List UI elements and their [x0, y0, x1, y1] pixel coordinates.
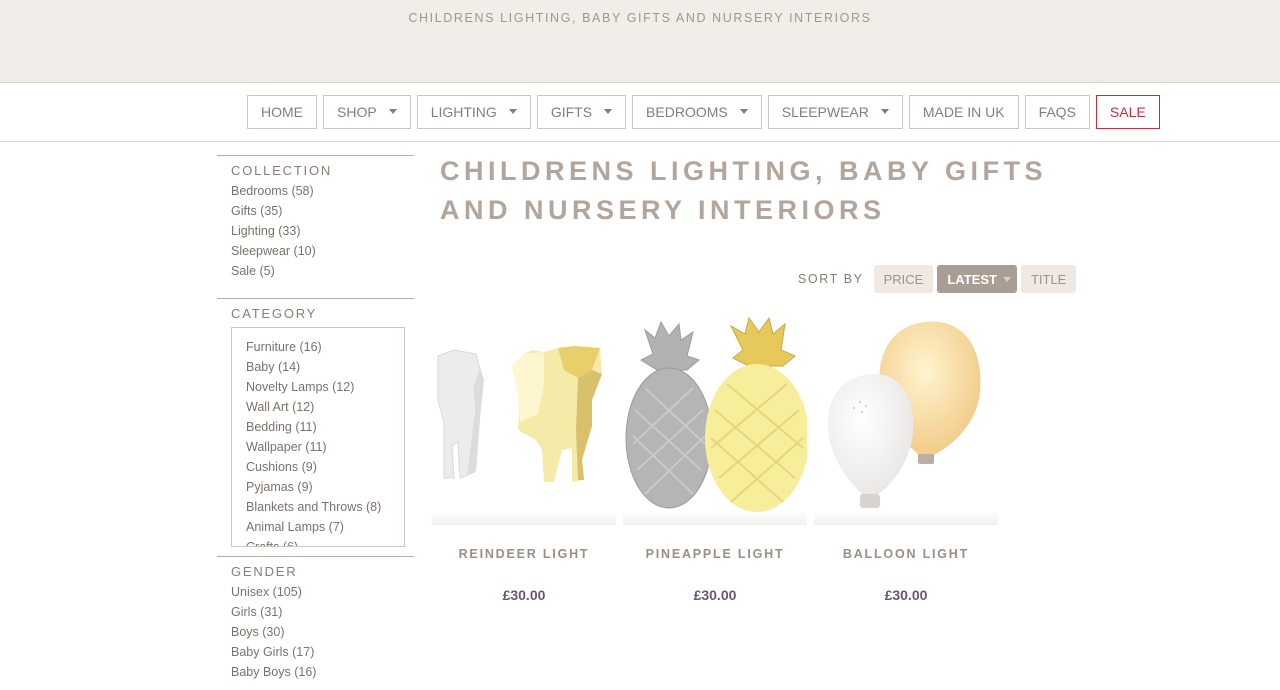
- main-nav: HOME SHOP LIGHTING GIFTS BEDROOMS SLEEPW…: [247, 95, 1160, 129]
- collection-list: Bedrooms (58) Gifts (35) Lighting (33) S…: [217, 181, 414, 281]
- nav-lighting[interactable]: LIGHTING: [416, 95, 531, 129]
- caret-down-icon: [739, 108, 748, 114]
- sort-latest-button[interactable]: LATEST: [937, 265, 1017, 293]
- collection-title: COLLECTION: [231, 163, 333, 178]
- gender-item[interactable]: Girls (31): [231, 602, 414, 622]
- category-item[interactable]: Crafts (6): [246, 537, 404, 546]
- sort-option-label: TITLE: [1030, 271, 1067, 287]
- gender-list: Unisex (105) Girls (31) Boys (30) Baby G…: [217, 582, 414, 682]
- nav-sleepwear[interactable]: SLEEPWEAR: [767, 95, 903, 129]
- nav-faqs[interactable]: FAQS: [1024, 95, 1090, 129]
- nav-label: SALE: [1109, 104, 1146, 120]
- collection-item[interactable]: Sale (5): [231, 261, 414, 281]
- site-tagline: CHILDRENS LIGHTING, BABY GIFTS AND NURSE…: [408, 11, 872, 25]
- category-item[interactable]: Wallpaper (11): [246, 437, 404, 457]
- sort-title-button[interactable]: TITLE: [1020, 265, 1077, 293]
- balloon-lamp-image[interactable]: [814, 310, 998, 525]
- caret-down-icon: [1002, 276, 1011, 282]
- nav-shop[interactable]: SHOP: [323, 95, 411, 129]
- product-name[interactable]: BALLOON LIGHT: [814, 547, 998, 561]
- product-price: £30.00: [502, 587, 546, 603]
- sidebar: COLLECTION Bedrooms (58) Gifts (35) Ligh…: [217, 155, 414, 682]
- product-name[interactable]: PINEAPPLE LIGHT: [623, 547, 807, 561]
- gender-item[interactable]: Boys (30): [231, 622, 414, 642]
- collection-filter: COLLECTION Bedrooms (58) Gifts (35) Ligh…: [217, 155, 414, 281]
- reindeer-lamp-image[interactable]: [432, 310, 616, 525]
- nav-divider: [0, 141, 1280, 142]
- gender-item[interactable]: Unisex (105): [231, 582, 414, 602]
- nav-made-in-uk[interactable]: MADE IN UK: [908, 95, 1019, 129]
- category-item[interactable]: Furniture (16): [246, 337, 404, 357]
- sort-bar: SORT BY PRICE LATEST TITLE: [798, 265, 1077, 293]
- nav-label: FAQS: [1038, 104, 1076, 120]
- nav-sale[interactable]: SALE: [1095, 95, 1160, 129]
- product-card[interactable]: BALLOON LIGHT £30.00: [814, 310, 998, 603]
- caret-down-icon: [604, 108, 613, 114]
- nav-label: MADE IN UK: [922, 104, 1005, 120]
- product-price: £30.00: [693, 587, 737, 603]
- gender-title: GENDER: [231, 564, 298, 579]
- gender-item[interactable]: Baby Boys (16): [231, 662, 414, 682]
- nav-label: LIGHTING: [430, 104, 497, 120]
- collection-item[interactable]: Gifts (35): [231, 201, 414, 221]
- product-price: £30.00: [884, 587, 928, 603]
- nav-label: BEDROOMS: [646, 104, 728, 120]
- gender-item[interactable]: Baby Girls (17): [231, 642, 414, 662]
- collection-item[interactable]: Lighting (33): [231, 221, 414, 241]
- nav-gifts[interactable]: GIFTS: [536, 95, 627, 129]
- category-filter: CATEGORY Furniture (16) Baby (14) Novelt…: [217, 298, 414, 547]
- category-scroll-box[interactable]: Furniture (16) Baby (14) Novelty Lamps (…: [231, 327, 405, 547]
- category-item[interactable]: Cushions (9): [246, 457, 404, 477]
- caret-down-icon: [880, 108, 889, 114]
- category-item[interactable]: Baby (14): [246, 357, 404, 377]
- nav-bedrooms[interactable]: BEDROOMS: [632, 95, 762, 129]
- nav-label: HOME: [261, 104, 303, 120]
- caret-down-icon: [388, 108, 397, 114]
- category-title: CATEGORY: [231, 306, 318, 321]
- collection-item[interactable]: Sleepwear (10): [231, 241, 414, 261]
- sort-option-label: PRICE: [883, 271, 924, 287]
- category-item[interactable]: Animal Lamps (7): [246, 517, 404, 537]
- sort-label: SORT BY: [798, 272, 864, 286]
- nav-label: SLEEPWEAR: [781, 104, 869, 120]
- sort-option-label: LATEST: [947, 271, 997, 287]
- category-item[interactable]: Novelty Lamps (12): [246, 377, 404, 397]
- product-card[interactable]: REINDEER LIGHT £30.00: [432, 310, 616, 603]
- page-title: CHILDRENS LIGHTING, BABY GIFTS AND NURSE…: [440, 156, 1048, 225]
- pineapple-lamp-image[interactable]: [623, 310, 807, 525]
- category-list: Furniture (16) Baby (14) Novelty Lamps (…: [246, 337, 404, 546]
- caret-down-icon: [508, 108, 517, 114]
- product-grid: REINDEER LIGHT £30.00 PINEAPPLE LIGHT £3…: [432, 310, 998, 603]
- category-item[interactable]: Pyjamas (9): [246, 477, 404, 497]
- category-item[interactable]: Bedding (11): [246, 417, 404, 437]
- gender-filter: GENDER Unisex (105) Girls (31) Boys (30)…: [217, 556, 414, 682]
- nav-label: SHOP: [337, 104, 377, 120]
- collection-item[interactable]: Bedrooms (58): [231, 181, 414, 201]
- sort-price-button[interactable]: PRICE: [873, 265, 934, 293]
- category-item[interactable]: Wall Art (12): [246, 397, 404, 417]
- product-name[interactable]: REINDEER LIGHT: [432, 547, 616, 561]
- category-item[interactable]: Blankets and Throws (8): [246, 497, 404, 517]
- nav-label: GIFTS: [550, 104, 593, 120]
- site-header: CHILDRENS LIGHTING, BABY GIFTS AND NURSE…: [0, 0, 1280, 83]
- product-card[interactable]: PINEAPPLE LIGHT £30.00: [623, 310, 807, 603]
- nav-home[interactable]: HOME: [247, 95, 317, 129]
